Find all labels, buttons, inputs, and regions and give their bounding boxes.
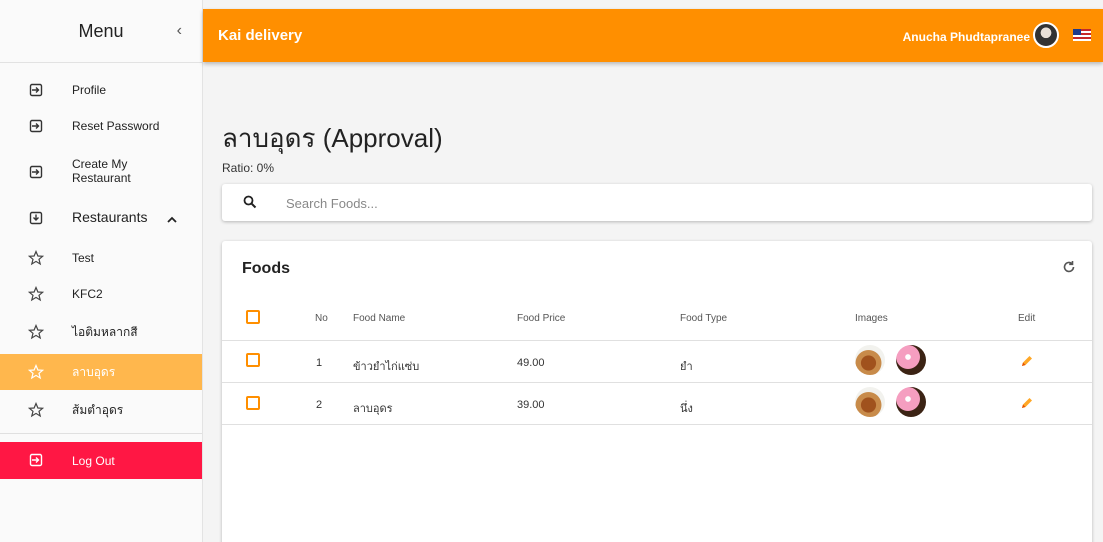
sidebar-item-somtam-udon[interactable]: ส้มตำอุดร bbox=[0, 392, 202, 428]
food-name: ข้าวยำไก่แซ่บ bbox=[353, 361, 420, 373]
food-type: ยำ bbox=[680, 361, 693, 373]
us-flag-icon[interactable] bbox=[1073, 29, 1091, 41]
table-divider bbox=[222, 340, 1092, 341]
refresh-icon[interactable] bbox=[1062, 260, 1076, 279]
food-no: 1 bbox=[316, 357, 323, 369]
user-name[interactable]: Anucha Phudtapranee bbox=[903, 30, 1030, 44]
column-header-food-name: Food Name bbox=[353, 313, 406, 324]
foods-title: Foods bbox=[242, 260, 290, 277]
search-bar bbox=[222, 184, 1092, 221]
food-image[interactable] bbox=[896, 345, 926, 375]
star-icon bbox=[28, 324, 44, 340]
row-checkbox[interactable] bbox=[246, 353, 260, 367]
column-header-no: No bbox=[315, 313, 328, 324]
star-icon bbox=[28, 364, 44, 380]
star-icon bbox=[28, 250, 44, 266]
food-image[interactable] bbox=[896, 387, 926, 417]
food-image[interactable] bbox=[855, 387, 885, 417]
food-no: 2 bbox=[316, 399, 323, 411]
collapse-sidebar-icon[interactable]: ‹ bbox=[177, 22, 182, 40]
sidebar-item-kfc2[interactable]: KFC2 bbox=[0, 276, 202, 312]
food-type: นึ่ง bbox=[680, 403, 693, 415]
login-icon bbox=[28, 82, 44, 98]
search-icon bbox=[243, 195, 257, 214]
sidebar-item-label: Reset Password bbox=[72, 119, 160, 133]
download-box-icon bbox=[28, 210, 44, 226]
logout-icon bbox=[28, 452, 44, 468]
column-header-food-price: Food Price bbox=[517, 313, 566, 324]
app-title[interactable]: Kai delivery bbox=[218, 27, 302, 44]
sidebar: Menu ‹ Profile Reset Password Create My … bbox=[0, 0, 203, 542]
page-title: ลาบอุดร (Approval) bbox=[222, 123, 443, 153]
sidebar-item-profile[interactable]: Profile bbox=[0, 72, 202, 108]
food-price: 49.00 bbox=[517, 357, 545, 369]
logout-button[interactable]: Log Out bbox=[0, 442, 202, 479]
column-header-food-type: Food Type bbox=[680, 313, 728, 324]
sidebar-divider bbox=[0, 433, 202, 434]
sidebar-header: Menu ‹ bbox=[0, 0, 202, 63]
sidebar-item-label: ส้มตำอุดร bbox=[72, 403, 124, 417]
star-icon bbox=[28, 286, 44, 302]
sidebar-item-label: Create My Restaurant bbox=[72, 157, 131, 185]
pencil-icon[interactable] bbox=[1020, 354, 1034, 373]
row-checkbox[interactable] bbox=[246, 396, 260, 410]
top-app-bar: Kai delivery Anucha Phudtapranee bbox=[203, 9, 1103, 62]
column-header-images: Images bbox=[855, 313, 888, 324]
sidebar-item-label: Restaurants bbox=[72, 209, 148, 225]
sidebar-item-reset-password[interactable]: Reset Password bbox=[0, 108, 202, 144]
sidebar-item-label: ลาบอุดร bbox=[72, 365, 116, 379]
pencil-icon[interactable] bbox=[1020, 396, 1034, 415]
search-input[interactable] bbox=[286, 193, 886, 213]
avatar[interactable] bbox=[1033, 22, 1059, 48]
food-price: 39.00 bbox=[517, 399, 545, 411]
sidebar-item-ice-cream[interactable]: ไอติมหลากสี bbox=[0, 314, 202, 350]
sidebar-item-label: Profile bbox=[72, 83, 107, 97]
column-header-edit: Edit bbox=[1018, 313, 1036, 324]
select-all-checkbox[interactable] bbox=[246, 310, 260, 324]
ratio-text: Ratio: 0% bbox=[222, 161, 275, 175]
login-icon bbox=[28, 118, 44, 134]
foods-card: Foods No Food Name Food Price Food Type … bbox=[222, 241, 1092, 542]
sidebar-item-label: ไอติมหลากสี bbox=[72, 325, 138, 339]
sidebar-item-create-restaurant[interactable]: Create My Restaurant bbox=[0, 148, 202, 196]
table-divider bbox=[222, 382, 1092, 383]
logout-label: Log Out bbox=[72, 454, 115, 468]
sidebar-item-test[interactable]: Test bbox=[0, 240, 202, 276]
chevron-up-icon[interactable] bbox=[166, 212, 178, 230]
food-name: ลาบอุดร bbox=[353, 403, 393, 415]
sidebar-title: Menu bbox=[78, 20, 124, 41]
star-icon bbox=[28, 402, 44, 418]
sidebar-item-larb-udon[interactable]: ลาบอุดร bbox=[0, 354, 202, 390]
sidebar-item-label: Test bbox=[72, 251, 95, 265]
login-icon bbox=[28, 164, 44, 180]
food-image[interactable] bbox=[855, 345, 885, 375]
sidebar-item-restaurants[interactable]: Restaurants bbox=[0, 200, 202, 236]
sidebar-item-label: KFC2 bbox=[72, 287, 103, 301]
table-divider bbox=[222, 424, 1092, 425]
